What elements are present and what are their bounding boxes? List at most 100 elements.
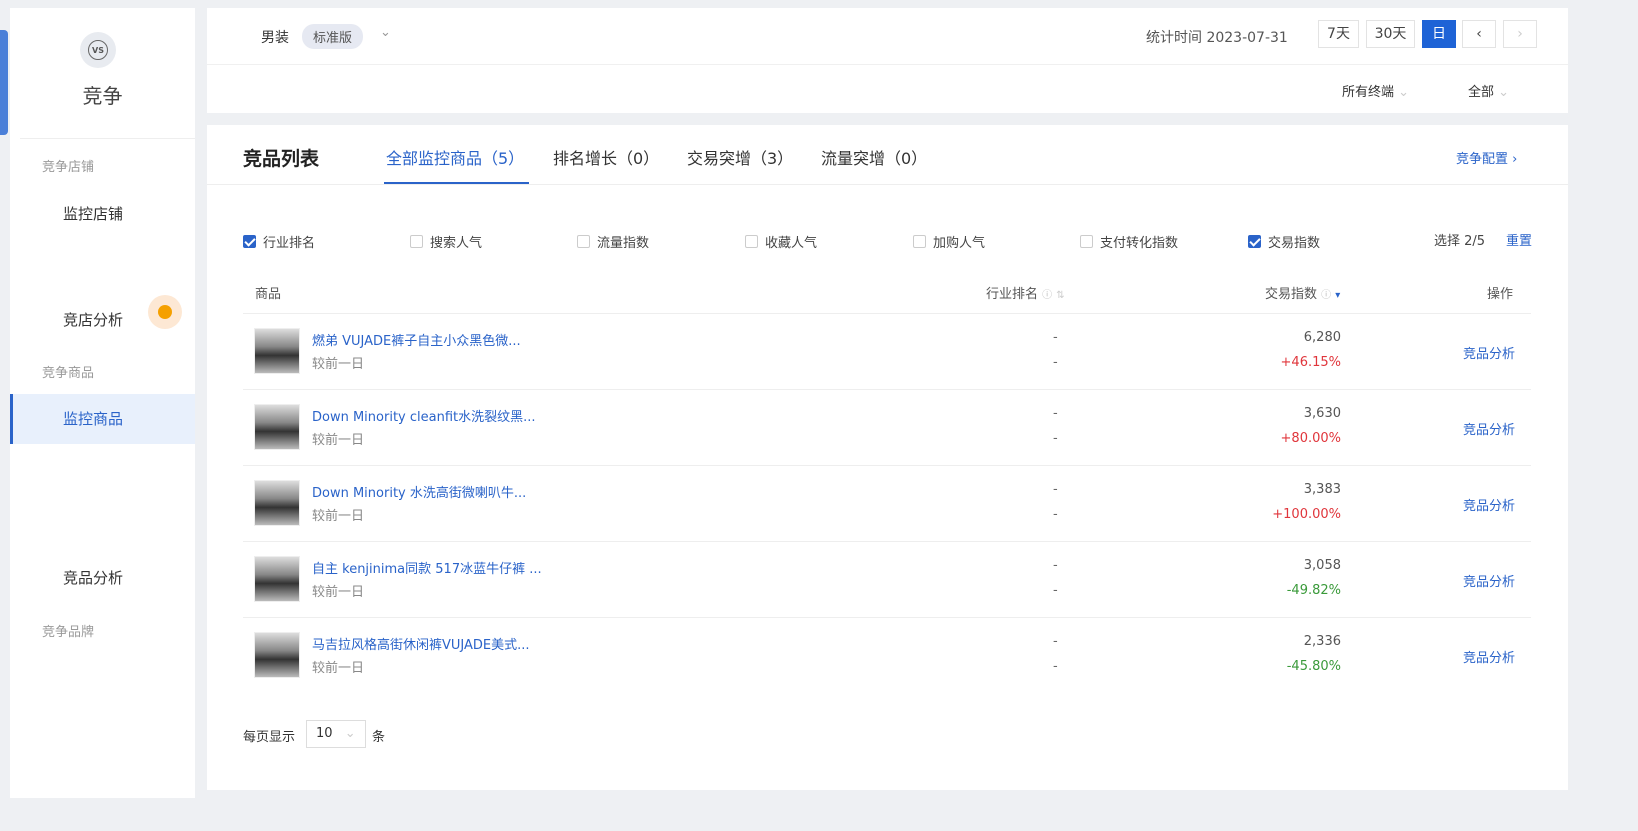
col-rank[interactable]: 行业排名 ⓘ ⇅ [986,283,1065,302]
metric-checkbox[interactable]: 支付转化指数 [1080,232,1178,251]
trade-index-change: +46.15% [1280,355,1341,370]
trade-index-value: 2,336 [1303,634,1341,649]
sidebar: VS 竞争 竞争店铺 监控店铺 竞店分析 竞争商品 监控商品 竞品分析 竞争品牌 [10,8,195,798]
analyze-product-link[interactable]: 竞品分析 [1463,647,1515,666]
checkbox-icon [1080,235,1093,248]
product-name-link[interactable]: Down Minority cleanfit水洗裂纹黑... [312,406,536,425]
compare-label: 较前一日 [312,585,365,600]
analyze-product-link[interactable]: 竞品分析 [1463,495,1515,514]
floating-assistant-button[interactable] [148,295,182,329]
chevron-down-icon: ⌄ [344,726,356,741]
checkbox-icon [410,235,423,248]
analyze-product-link[interactable]: 竞品分析 [1463,571,1515,590]
trade-index-value: 3,383 [1303,482,1341,497]
product-thumbnail [254,632,300,678]
tab-trade-surge[interactable]: 交易突增（3） [687,145,793,169]
col-product: 商品 [255,287,282,302]
trade-index-change: -45.80% [1286,659,1341,674]
checkbox-icon [577,235,590,248]
page-size-label: 每页显示 [243,730,296,745]
page-size-unit: 条 [372,730,386,745]
scope-select[interactable]: 全部 ⌄ [1468,81,1509,100]
compare-label: 较前一日 [312,433,365,448]
edition-badge: 标准版 [302,24,364,49]
trade-index-value: 6,280 [1303,330,1341,345]
category-label: 男装 [261,30,289,46]
prev-date-button[interactable]: ‹ [1462,20,1496,48]
sidebar-item-monitor-products[interactable]: 监控商品 [10,394,195,444]
rank-change: - [1053,659,1058,674]
page-title: 竞品列表 [243,148,320,170]
chevron-down-icon: ⌄ [1498,85,1510,100]
checkbox-icon [243,235,256,248]
rank-value: - [1053,558,1058,573]
table-row: 自主 kenjinima同款 517冰蓝牛仔裤 ... 较前一日 - - 3,0… [243,541,1531,617]
divider [20,138,195,139]
tab-all[interactable]: 全部监控商品（5） [386,145,524,169]
sidebar-item-product-analysis[interactable]: 竞品分析 [10,553,195,603]
reset-link[interactable]: 重置 [1506,230,1532,249]
rank-change: - [1053,583,1058,598]
product-name-link[interactable]: Down Minority 水洗高街微喇叭牛... [312,482,526,501]
metric-checkbox[interactable]: 加购人气 [913,232,985,251]
chevron-down-icon: ⌄ [1398,85,1410,100]
product-thumbnail [254,328,300,374]
terminal-select[interactable]: 所有终端 ⌄ [1342,81,1409,100]
metric-checkbox[interactable]: 流量指数 [577,232,649,251]
next-date-button[interactable]: › [1503,20,1537,48]
checkbox-icon [1248,235,1261,248]
rank-change: - [1053,431,1058,446]
tab-rank-growth[interactable]: 排名增长（0） [553,145,659,169]
analyze-product-link[interactable]: 竞品分析 [1463,343,1515,362]
product-list-card: 竞品列表 全部监控商品（5） 排名增长（0） 交易突增（3） 流量突增（0） 竞… [207,125,1568,790]
rank-change: - [1053,355,1058,370]
trade-index-change: +100.00% [1272,507,1341,522]
sidebar-brand: 竞争 [82,84,123,108]
metric-checkbox[interactable]: 交易指数 [1248,232,1320,251]
table-row: 马吉拉风格高街休闲裤VUJADE美式... 较前一日 - - 2,336 -45… [243,617,1531,693]
select-count: 选择 2/5 [1434,234,1486,249]
metric-checkbox[interactable]: 搜索人气 [410,232,482,251]
product-name-link[interactable]: 马吉拉风格高街休闲裤VUJADE美式... [312,634,530,653]
app-edge [0,30,8,135]
sidebar-item-monitor-shops[interactable]: 监控店铺 [10,189,195,239]
col-trade-index[interactable]: 交易指数 ⓘ ▾ [1265,283,1340,302]
table-row: Down Minority cleanfit水洗裂纹黑... 较前一日 - - … [243,389,1531,465]
chevron-down-icon[interactable]: ⌄ [380,25,391,40]
rank-change: - [1053,507,1058,522]
competition-config-link[interactable]: 竞争配置 › [1456,148,1517,167]
metric-checkbox[interactable]: 行业排名 [243,232,315,251]
help-icon: ⓘ [1321,290,1332,301]
checkbox-icon [913,235,926,248]
page-size-select[interactable]: 10 ⌄ [306,720,366,748]
group-competitor-shops: 竞争店铺 [42,160,95,175]
trade-index-change: -49.82% [1286,583,1341,598]
divider [207,64,1568,65]
compare-label: 较前一日 [312,509,365,524]
product-name-link[interactable]: 自主 kenjinima同款 517冰蓝牛仔裤 ... [312,558,542,577]
stat-time: 统计时间 2023-07-31 [1146,30,1288,46]
col-action: 操作 [1487,287,1514,302]
product-thumbnail [254,556,300,602]
table-row: Down Minority 水洗高街微喇叭牛... 较前一日 - - 3,383… [243,465,1531,541]
range-7d-button[interactable]: 7天 [1318,20,1359,48]
compare-label: 较前一日 [312,661,365,676]
range-day-button[interactable]: 日 [1422,20,1456,48]
rank-value: - [1053,406,1058,421]
group-competitor-brands: 竞争品牌 [42,625,95,640]
filter-bar: 男装 标准版 ⌄ 统计时间 2023-07-31 7天 30天 日 ‹ › 所有… [207,8,1568,113]
vs-icon: VS [80,32,116,68]
tab-traffic-surge[interactable]: 流量突增（0） [821,145,927,169]
trade-index-change: +80.00% [1280,431,1341,446]
compare-label: 较前一日 [312,357,365,372]
metric-checkbox[interactable]: 收藏人气 [745,232,817,251]
checkbox-icon [745,235,758,248]
table-row: 燃弟 VUJADE裤子自主小众黑色微... 较前一日 - - 6,280 +46… [243,313,1531,389]
divider [207,184,1568,185]
range-30d-button[interactable]: 30天 [1366,20,1415,48]
trade-index-value: 3,630 [1303,406,1341,421]
product-thumbnail [254,404,300,450]
product-name-link[interactable]: 燃弟 VUJADE裤子自主小众黑色微... [312,330,521,349]
analyze-product-link[interactable]: 竞品分析 [1463,419,1515,438]
rank-value: - [1053,634,1058,649]
